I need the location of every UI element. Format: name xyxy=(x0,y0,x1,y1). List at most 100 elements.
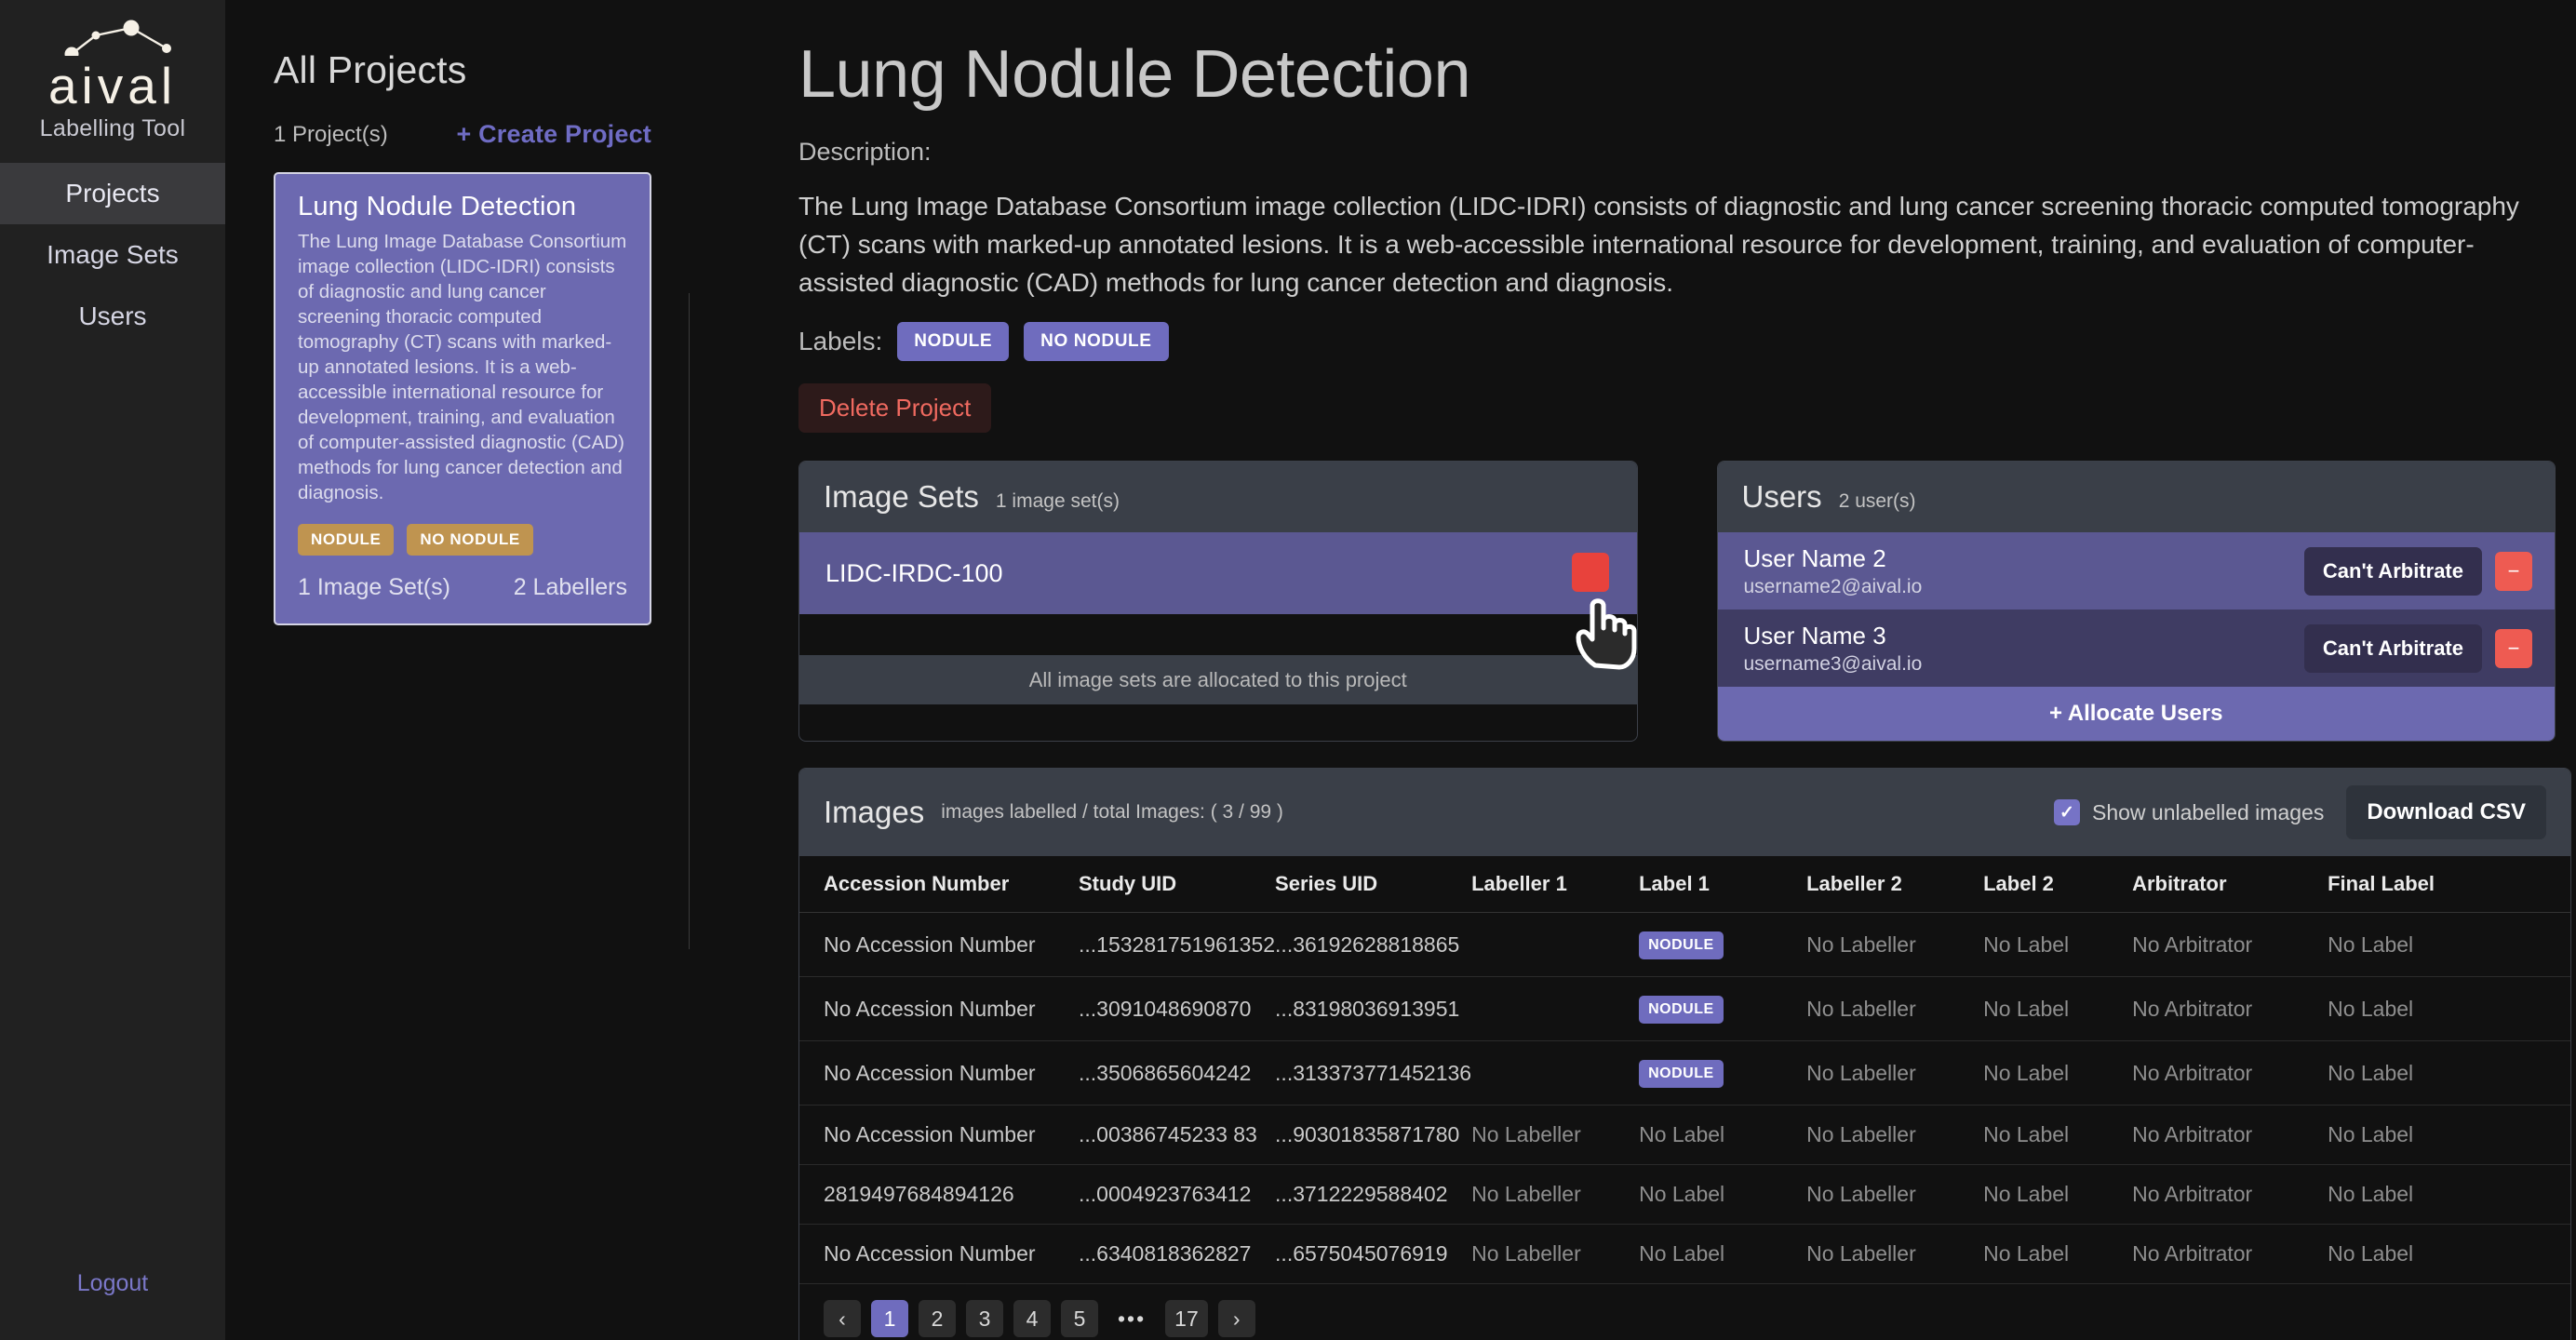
images-table: Accession Number Study UID Series UID La… xyxy=(799,856,2570,1284)
cell-label-2: No Label xyxy=(1983,1105,2133,1165)
column-header-study-uid[interactable]: Study UID xyxy=(1079,856,1276,913)
column-header-labeller-2[interactable]: Labeller 2 xyxy=(1806,856,1984,913)
remove-user-button[interactable]: − xyxy=(2495,628,2532,668)
remove-image-set-button[interactable] xyxy=(1571,553,1609,592)
table-row[interactable]: No Accession Number ...6340818362827 ...… xyxy=(799,1224,2570,1284)
cell-label-1: NODULE xyxy=(1639,1040,1807,1106)
cell-labeller-1: No Labeller xyxy=(1471,1105,1640,1165)
allocate-users-button[interactable]: + Allocate Users xyxy=(1717,687,2555,741)
delete-project-button[interactable]: Delete Project xyxy=(798,383,992,433)
cell-labeller-2: No Labeller xyxy=(1806,1224,1984,1284)
cell-labeller-1 xyxy=(1471,976,1640,1041)
images-table-head: Accession Number Study UID Series UID La… xyxy=(799,856,2570,913)
cell-accession: No Accession Number xyxy=(799,912,1079,977)
users-header: Users 2 user(s) xyxy=(1717,462,2555,532)
arbitrate-toggle-button[interactable]: Can't Arbitrate xyxy=(2303,623,2482,673)
pagination-page-3[interactable]: 3 xyxy=(966,1300,1003,1337)
cell-labeller-2: No Labeller xyxy=(1806,912,1984,977)
table-row[interactable]: No Accession Number ...153281751961352 .… xyxy=(799,912,2570,977)
images-title: Images xyxy=(824,795,925,829)
project-image-set-count: 1 Image Set(s) xyxy=(298,574,450,600)
label-chip-no-nodule[interactable]: NO NODULE xyxy=(1024,322,1169,361)
user-row[interactable]: User Name 2 username2@aival.io Can't Arb… xyxy=(1717,532,2555,610)
image-set-name: LIDC-IRDC-100 xyxy=(825,558,1003,587)
table-row[interactable]: No Accession Number ...00386745233 83 ..… xyxy=(799,1105,2570,1165)
column-header-accession[interactable]: Accession Number xyxy=(799,856,1079,913)
pagination-page-last[interactable]: 17 xyxy=(1165,1300,1208,1337)
sidebar-item-label: Image Sets xyxy=(47,240,179,269)
table-row[interactable]: No Accession Number ...3506865604242 ...… xyxy=(799,1040,2570,1106)
column-header-labeller-1[interactable]: Labeller 1 xyxy=(1471,856,1640,913)
table-row[interactable]: 2819497684894126 ...0004923763412 ...371… xyxy=(799,1164,2570,1225)
logout-button[interactable]: Logout xyxy=(0,1270,225,1297)
user-info: User Name 2 username2@aival.io xyxy=(1744,544,1923,598)
column-header-label-2[interactable]: Label 2 xyxy=(1983,856,2133,913)
description-label: Description: xyxy=(798,138,932,166)
cell-label-2: No Label xyxy=(1983,1040,2133,1106)
cell-label-2: No Label xyxy=(1983,912,2133,977)
cell-label-2: No Label xyxy=(1983,976,2133,1041)
main-content: Lung Nodule Detection Description: The L… xyxy=(739,0,2576,1340)
cell-label-1: NODULE xyxy=(1639,912,1807,977)
users-count: 2 user(s) xyxy=(1838,490,1916,512)
pagination-prev-button[interactable]: ‹ xyxy=(824,1300,861,1337)
cell-label-2: No Label xyxy=(1983,1224,2133,1284)
arbitrate-toggle-button[interactable]: Can't Arbitrate xyxy=(2303,546,2482,596)
project-card-description: The Lung Image Database Consortium image… xyxy=(298,231,627,503)
cell-arbitrator: No Arbitrator xyxy=(2132,976,2328,1041)
cell-arbitrator: No Arbitrator xyxy=(2132,912,2328,977)
column-header-series-uid[interactable]: Series UID xyxy=(1275,856,1472,913)
cell-final-label: No Label xyxy=(2328,1224,2570,1284)
network-graph-icon xyxy=(64,20,171,56)
cell-labeller-1 xyxy=(1471,1040,1640,1106)
cell-accession: No Accession Number xyxy=(799,1105,1079,1165)
cell-final-label: No Label xyxy=(2328,1164,2570,1225)
sidebar-item-projects[interactable]: Projects xyxy=(0,163,225,224)
pagination-next-button[interactable]: › xyxy=(1217,1300,1255,1337)
images-table-body: No Accession Number ...153281751961352 .… xyxy=(799,912,2570,1284)
cell-series-uid: ...3712229588402 xyxy=(1275,1164,1472,1225)
pagination-page-5[interactable]: 5 xyxy=(1061,1300,1098,1337)
user-email: username2@aival.io xyxy=(1743,575,1923,597)
project-labeller-count: 2 Labellers xyxy=(513,574,627,600)
user-row[interactable]: User Name 3 username3@aival.io Can't Arb… xyxy=(1717,610,2555,687)
show-unlabelled-checkbox[interactable]: ✓ Show unlabelled images xyxy=(2054,799,2324,825)
label-chip-nodule[interactable]: NODULE xyxy=(897,322,1010,361)
column-header-arbitrator[interactable]: Arbitrator xyxy=(2132,856,2328,913)
table-row[interactable]: No Accession Number ...3091048690870 ...… xyxy=(799,976,2570,1041)
image-set-row[interactable]: LIDC-IRDC-100 xyxy=(799,532,1637,614)
cell-label-1: No Label xyxy=(1639,1224,1807,1284)
sidebar-item-users[interactable]: Users xyxy=(0,286,225,347)
remove-user-button[interactable]: − xyxy=(2495,551,2532,591)
images-panel: Images images labelled / total Images: (… xyxy=(798,768,2571,1340)
cell-study-uid: ...00386745233 83 xyxy=(1079,1105,1276,1165)
description-text: The Lung Image Database Consortium image… xyxy=(798,192,2519,297)
cell-study-uid: ...153281751961352 xyxy=(1079,912,1276,977)
cell-series-uid: ...6575045076919 xyxy=(1275,1224,1472,1284)
page-title: All Projects xyxy=(274,48,467,91)
cell-final-label: No Label xyxy=(2328,1105,2570,1165)
label-tag: NODULE xyxy=(1639,931,1724,959)
project-card-chips: NODULE NO NODULE xyxy=(298,524,627,556)
cell-label-2: No Label xyxy=(1983,1164,2133,1225)
project-card[interactable]: Lung Nodule Detection The Lung Image Dat… xyxy=(274,172,651,625)
images-header-actions: ✓ Show unlabelled images Download CSV xyxy=(2054,785,2546,839)
pagination-page-2[interactable]: 2 xyxy=(919,1300,956,1337)
cell-labeller-1: No Labeller xyxy=(1471,1164,1640,1225)
column-header-label-1[interactable]: Label 1 xyxy=(1639,856,1807,913)
cell-labeller-1 xyxy=(1471,912,1640,977)
app-logo: aival Labelling Tool xyxy=(0,0,225,163)
pagination: ‹ 1 2 3 4 5 ••• 17 › xyxy=(799,1284,2570,1340)
cell-series-uid: ...90301835871780 xyxy=(1275,1105,1472,1165)
sidebar-item-image-sets[interactable]: Image Sets xyxy=(0,224,225,286)
download-csv-button[interactable]: Download CSV xyxy=(2346,785,2546,839)
checkmark-icon: ✓ xyxy=(2054,799,2080,825)
column-header-final-label[interactable]: Final Label xyxy=(2328,856,2570,913)
create-project-button[interactable]: + Create Project xyxy=(456,120,651,149)
image-sets-footer: All image sets are allocated to this pro… xyxy=(799,655,1637,704)
pagination-page-4[interactable]: 4 xyxy=(1013,1300,1051,1337)
projects-column: All Projects 1 Project(s) + Create Proje… xyxy=(225,0,739,1340)
cell-study-uid: ...6340818362827 xyxy=(1079,1224,1276,1284)
pagination-page-1[interactable]: 1 xyxy=(871,1300,908,1337)
cell-series-uid: ...83198036913951 xyxy=(1275,976,1472,1041)
